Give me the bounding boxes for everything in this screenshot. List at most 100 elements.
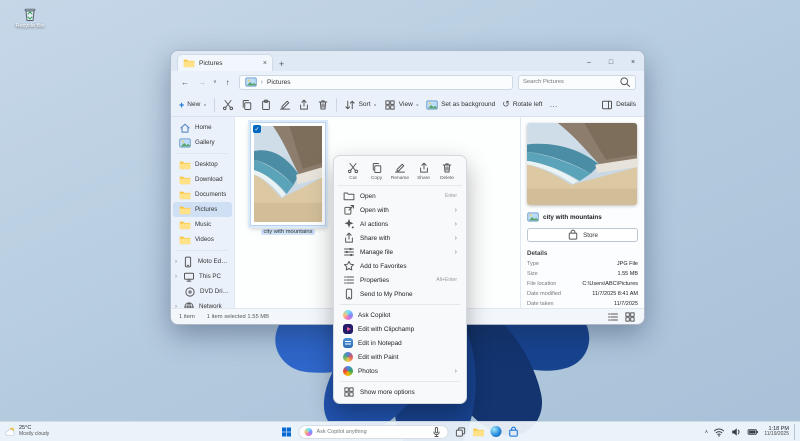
menu-item-share-with[interactable]: Share with xyxy=(338,231,462,245)
open-with-icon xyxy=(343,204,355,216)
list-view-toggle[interactable] xyxy=(607,311,619,323)
file-item-city-with-mountains[interactable]: ✓ city with mountains xyxy=(249,122,327,235)
menu-item-edit-in-notepad[interactable]: Edit in Notepad xyxy=(338,336,462,350)
rename-button[interactable] xyxy=(279,99,291,111)
share-button[interactable] xyxy=(298,99,310,111)
sidebar-item-network[interactable]: › Network xyxy=(173,299,232,308)
view-button[interactable]: View ∨ xyxy=(384,99,419,111)
quick-delete-button[interactable]: Delete xyxy=(436,162,458,181)
sidebar-item-download[interactable]: Download xyxy=(173,172,232,187)
menu-item-ai-actions[interactable]: AI actions xyxy=(338,217,462,231)
details-file-name-row: city with mountains xyxy=(527,211,638,223)
menu-item-properties[interactable]: Properties Alt+Enter xyxy=(338,273,462,287)
breadcrumb[interactable]: › Pictures xyxy=(239,75,513,90)
show-desktop-button[interactable] xyxy=(794,424,796,440)
copilot-input[interactable] xyxy=(317,429,427,435)
sidebar-item-videos[interactable]: Videos xyxy=(173,232,232,247)
file-explorer-taskbar-icon[interactable] xyxy=(473,426,485,438)
phone-icon xyxy=(182,256,194,268)
copy-button[interactable] xyxy=(241,99,253,111)
search-input[interactable] xyxy=(523,79,616,85)
menu-item-edit-with-paint[interactable]: Edit with Paint xyxy=(338,350,462,364)
cut-button[interactable] xyxy=(222,99,234,111)
sidebar-item-music[interactable]: Music xyxy=(173,217,232,232)
see-more-button[interactable]: … xyxy=(549,100,558,109)
tab-close-icon[interactable]: × xyxy=(263,60,267,67)
volume-icon[interactable] xyxy=(730,426,742,438)
sidebar-item-dvd-drive[interactable]: DVD Drive (D:) xyxy=(173,284,232,299)
menu-item-send-to-my-phone[interactable]: Send to My Phone xyxy=(338,287,462,301)
explorer-tab-pictures[interactable]: Pictures × xyxy=(177,54,273,71)
new-tab-button[interactable]: + xyxy=(279,59,284,69)
sidebar-item-pictures[interactable]: Pictures xyxy=(173,202,232,217)
sidebar-item-documents[interactable]: Documents xyxy=(173,187,232,202)
expand-chevron-icon[interactable]: › xyxy=(175,274,179,280)
menu-item-ask-copilot[interactable]: Ask Copilot xyxy=(338,308,462,322)
photos-icon xyxy=(343,366,353,376)
wifi-icon[interactable] xyxy=(713,426,725,438)
property-row-size: Size 1.55 MB xyxy=(527,271,638,277)
file-thumbnail[interactable]: ✓ xyxy=(250,122,326,226)
menu-item-manage-file[interactable]: Manage file xyxy=(338,245,462,259)
sidebar-item-gallery[interactable]: Gallery xyxy=(173,135,232,150)
up-button[interactable]: ↑ xyxy=(222,78,234,87)
menu-item-show-more-options[interactable]: Show more options xyxy=(338,385,462,399)
share-icon xyxy=(343,232,355,244)
minimize-button[interactable]: – xyxy=(578,54,600,71)
clock[interactable]: 1:18 PM 11/19/2025 xyxy=(764,426,789,438)
property-row-location: File location C:\Users\ABC\Pictures xyxy=(527,281,638,287)
folder-icon xyxy=(179,219,191,231)
details-toggle-button[interactable]: Details xyxy=(601,99,636,111)
menu-item-photos[interactable]: Photos xyxy=(338,364,462,378)
caption-buttons: – □ × xyxy=(578,54,644,71)
sidebar-item-this-pc[interactable]: › This PC xyxy=(173,269,232,284)
quick-share-button[interactable]: Share xyxy=(413,162,435,181)
menu-divider xyxy=(340,304,460,305)
quick-rename-button[interactable]: Rename xyxy=(389,162,411,181)
sidebar-item-desktop[interactable]: Desktop xyxy=(173,157,232,172)
sort-button[interactable]: Sort ∨ xyxy=(344,99,377,111)
property-row-taken: Date taken 11/7/2025 xyxy=(527,301,638,307)
maximize-button[interactable]: □ xyxy=(600,54,622,71)
new-button[interactable]: + New ∨ xyxy=(179,100,207,110)
forward-button[interactable]: → xyxy=(196,78,208,87)
battery-icon[interactable] xyxy=(747,426,759,438)
sidebar-item-moto-edge[interactable]: › Moto Edge (M) xyxy=(173,254,232,269)
menu-item-edit-with-clipchamp[interactable]: Edit with Clipchamp xyxy=(338,322,462,336)
chevron-down-icon: ∨ xyxy=(416,102,419,107)
close-button[interactable]: × xyxy=(622,54,644,71)
quick-copy-button[interactable]: Copy xyxy=(366,162,388,181)
task-view-button[interactable] xyxy=(455,426,467,438)
set-as-background-button[interactable]: Set as background xyxy=(426,99,495,111)
weather-widget[interactable]: 25°C Mostly cloudy xyxy=(4,426,49,438)
search-box[interactable] xyxy=(518,75,636,90)
delete-button[interactable] xyxy=(317,99,329,111)
back-button[interactable]: ← xyxy=(179,78,191,87)
menu-item-open[interactable]: Open Enter xyxy=(338,189,462,203)
file-preview xyxy=(527,123,637,205)
mic-icon[interactable] xyxy=(431,426,443,438)
expand-chevron-icon[interactable]: › xyxy=(175,259,178,265)
menu-item-add-to-favorites[interactable]: Add to Favorites xyxy=(338,259,462,273)
copilot-search-box[interactable] xyxy=(299,425,449,439)
toolbar-divider xyxy=(336,98,337,112)
quick-cut-button[interactable]: Cut xyxy=(342,162,364,181)
paste-button[interactable] xyxy=(260,99,272,111)
sidebar-item-home[interactable]: Home xyxy=(173,120,232,135)
rename-icon xyxy=(394,162,406,174)
menu-item-open-with[interactable]: Open with xyxy=(338,203,462,217)
rotate-left-button[interactable]: ↺ Rotate left xyxy=(502,100,542,109)
recycle-bin-shortcut[interactable]: Recycle Bin xyxy=(8,6,52,29)
history-chevron-icon[interactable]: ∨ xyxy=(213,79,217,85)
clock-date: 11/19/2025 xyxy=(764,432,789,438)
hidden-icons-chevron[interactable]: ∧ xyxy=(705,429,709,435)
home-icon xyxy=(179,122,191,134)
edge-taskbar-icon[interactable] xyxy=(491,426,502,437)
store-button[interactable]: Store xyxy=(527,228,638,242)
pictures-icon xyxy=(245,76,257,88)
store-taskbar-icon[interactable] xyxy=(508,426,520,438)
start-button[interactable] xyxy=(281,426,293,438)
dvd-icon xyxy=(184,286,196,298)
selection-checkbox[interactable]: ✓ xyxy=(253,125,261,133)
thumbnail-view-toggle[interactable] xyxy=(624,311,636,323)
